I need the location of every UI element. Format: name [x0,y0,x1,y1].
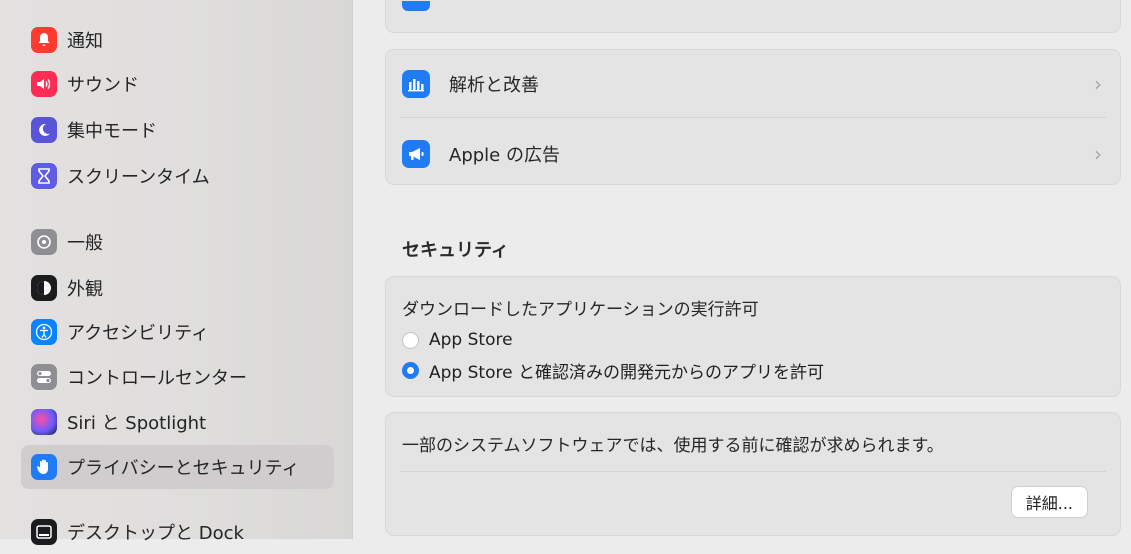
system-software-text: 一部のシステムソフトウェアでは、使用する前に確認が求められます。 [402,436,944,456]
sidebar-item-label: デスクトップと Dock [67,523,244,544]
sidebar-item-label: 通知 [67,31,103,52]
dock-icon [31,519,57,545]
sidebar-item-sound[interactable]: サウンド [21,62,334,106]
sidebar-item-label: アクセシビリティ [67,323,210,344]
radio-button[interactable] [402,331,419,349]
sidebar-item-label: Siri と Spotlight [67,413,207,434]
gear-icon [31,229,57,255]
sidebar-item-screen-time[interactable]: スクリーンタイム [21,154,334,198]
analytics-ads-card: 解析と改善 › Apple の広告 › [385,49,1121,185]
megaphone-icon [402,140,430,168]
speaker-icon [31,71,57,97]
sidebar-item-control-center[interactable]: コントロールセンター [21,355,334,399]
sidebar-item-desktop-dock[interactable]: デスクトップと Dock [21,510,334,554]
sidebar-item-label: コントロールセンター [67,368,247,389]
sidebar-item-label: 集中モード [67,121,157,142]
main-content: 解析と改善 › Apple の広告 › セキュリティ ダウンロードしたアプリケー… [353,0,1131,539]
section-title-security: セキュリティ [402,240,509,261]
moon-icon [31,117,57,143]
siri-icon [31,409,57,435]
sidebar-item-label: スクリーンタイム [67,167,210,188]
chevron-right-icon: › [1094,142,1102,166]
radio-button-selected[interactable] [402,361,419,379]
sidebar-item-privacy-security[interactable]: プライバシーとセキュリティ [21,445,334,489]
row-apple-ads[interactable]: Apple の広告 › [386,136,1120,172]
sidebar-item-accessibility[interactable]: アクセシビリティ [21,310,334,354]
row-analytics[interactable]: 解析と改善 › [386,66,1120,102]
radio-label: App Store と確認済みの開発元からのアプリを許可 [429,362,824,383]
hourglass-icon [31,163,57,189]
bell-icon [31,27,57,53]
accessibility-icon [31,319,57,345]
hand-icon [31,454,57,480]
sidebar-item-label: 外観 [67,279,103,300]
sidebar-item-focus[interactable]: 集中モード [21,108,334,152]
sidebar-item-notifications[interactable]: 通知 [21,18,334,62]
analytics-icon [402,70,430,98]
sidebar-item-label: 一般 [67,233,103,254]
sidebar-item-general[interactable]: 一般 [21,220,334,264]
appearance-icon [31,275,57,301]
chevron-right-icon: › [1094,72,1102,96]
radio-app-store-and-identified[interactable]: App Store と確認済みの開発元からのアプリを許可 [386,359,1120,383]
radio-label: App Store [429,330,513,350]
partial-icon [402,1,430,11]
allow-apps-label: ダウンロードしたアプリケーションの実行許可 [402,300,759,320]
allow-apps-card: ダウンロードしたアプリケーションの実行許可 App Store App Stor… [385,276,1121,397]
row-apple-ads-label: Apple の広告 [449,145,560,166]
system-software-card: 一部のシステムソフトウェアでは、使用する前に確認が求められます。 [385,412,1121,536]
divider [400,117,1106,118]
sidebar-item-siri-spotlight[interactable]: Siri と Spotlight [21,400,334,444]
row-analytics-label: 解析と改善 [449,75,539,96]
sidebar: 通知 サウンド 集中モード スクリーンタイム 一般 外観 アクセシビリティ コン… [0,0,353,545]
card-top-partial [385,0,1121,33]
radio-app-store[interactable]: App Store [386,329,1120,351]
sidebar-item-appearance[interactable]: 外観 [21,266,334,310]
sidebar-item-label: プライバシーとセキュリティ [67,458,300,479]
details-button[interactable]: 詳細... [1010,486,1088,518]
toggles-icon [31,364,57,390]
sidebar-item-label: サウンド [67,75,139,96]
divider [400,471,1106,472]
